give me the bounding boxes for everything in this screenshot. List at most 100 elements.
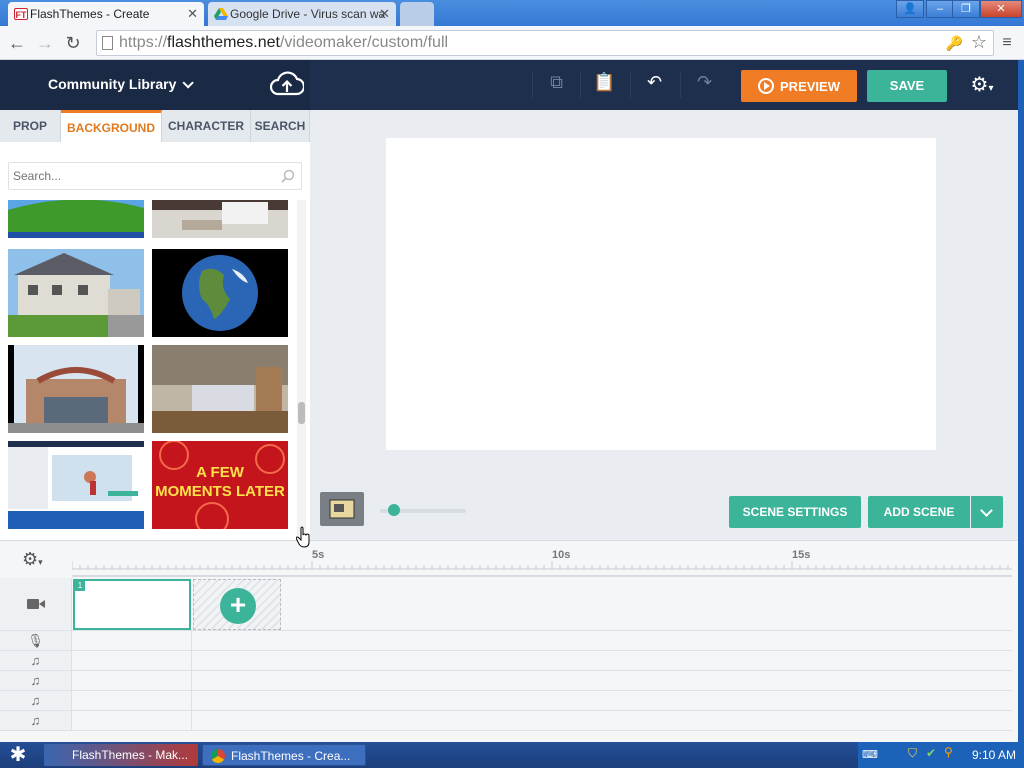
tab-background[interactable]: BACKGROUND bbox=[61, 110, 162, 142]
network-icon[interactable]: ✔ bbox=[926, 746, 936, 760]
scene-1-cell[interactable]: 1 bbox=[73, 579, 191, 630]
scene-settings-button[interactable]: SCENE SETTINGS bbox=[729, 496, 861, 528]
thumbnail-bedroom[interactable] bbox=[152, 345, 288, 433]
music-note-icon: ♫ bbox=[0, 651, 72, 670]
copy-icon[interactable]: ⧉ bbox=[532, 72, 580, 98]
search-icon[interactable] bbox=[281, 169, 295, 183]
thumbnail-video-maker-screenshot[interactable] bbox=[8, 441, 144, 529]
asset-library-panel: PROP BACKGROUND CHARACTER SEARCH Search.… bbox=[0, 110, 310, 540]
bookmark-star-icon[interactable]: ☆ bbox=[971, 30, 987, 54]
library-header: Community Library bbox=[0, 60, 310, 110]
timeline-settings-gear-icon[interactable]: ⚙▾ bbox=[22, 549, 52, 569]
thumbnail-earth-globe[interactable] bbox=[152, 249, 288, 337]
cloud-upload-icon[interactable] bbox=[270, 70, 304, 98]
scene-thumbnail-button[interactable] bbox=[320, 492, 364, 526]
stage-area: SCENE SETTINGS ADD SCENE bbox=[310, 110, 1018, 540]
tab-search[interactable]: SEARCH bbox=[251, 110, 310, 142]
timeline-divider bbox=[191, 631, 192, 731]
tab-title: Google Drive - Virus scan wa bbox=[230, 7, 386, 21]
close-window-button[interactable]: ✕ bbox=[980, 0, 1022, 18]
thumbnail-bedroom-interior[interactable] bbox=[152, 200, 288, 238]
timeline-ruler[interactable]: 5s 10s 15s bbox=[72, 541, 1012, 577]
minimize-button[interactable]: – bbox=[926, 0, 954, 18]
redo-icon[interactable]: ↷ bbox=[680, 72, 728, 98]
tick-10s: 10s bbox=[552, 549, 571, 561]
camera-icon bbox=[0, 578, 72, 630]
task-title: FlashThemes - Mak... bbox=[72, 748, 189, 762]
forward-arrow-icon[interactable]: → bbox=[34, 32, 56, 54]
save-button[interactable]: SAVE bbox=[867, 70, 947, 102]
google-drive-icon bbox=[214, 8, 228, 20]
scrollbar-thumb[interactable] bbox=[298, 402, 305, 424]
taskbar-item-flashthemes-create[interactable]: FlashThemes - Crea... bbox=[202, 744, 366, 766]
preview-button[interactable]: PREVIEW bbox=[741, 70, 857, 102]
undo-icon[interactable]: ↶ bbox=[630, 72, 678, 98]
hand-cursor-icon bbox=[296, 526, 310, 548]
background-thumbnails: A FEW MOMENTS LATER bbox=[0, 200, 296, 536]
browser-titlebar: FT FlashThemes - Create ✕ Google Drive -… bbox=[0, 0, 1024, 26]
music-note-icon: ♫ bbox=[0, 671, 72, 690]
tab-flashthemes[interactable]: FT FlashThemes - Create ✕ bbox=[8, 2, 204, 26]
scene-number: 1 bbox=[75, 581, 85, 591]
ruler-ticks bbox=[72, 561, 1012, 570]
timeline-row-voice: 🎙 bbox=[0, 631, 1012, 651]
address-bar[interactable]: https://flashthemes.net/videomaker/custo… bbox=[96, 30, 994, 56]
thumbnail-suburban-house[interactable] bbox=[8, 249, 144, 337]
flashthemes-favicon: FT bbox=[14, 8, 28, 20]
music-note-icon: ♫ bbox=[0, 691, 72, 710]
page-icon bbox=[102, 36, 113, 50]
paste-icon[interactable]: 📋 bbox=[580, 72, 628, 98]
tab-prop[interactable]: PROP bbox=[0, 110, 61, 142]
timeline: ⚙▾ 5s 10s 15s 🎙 ♫ ♫ ♫ ♫ 1 + bbox=[0, 540, 1018, 742]
thumb-text-line2: MOMENTS LATER bbox=[155, 483, 285, 500]
reload-icon[interactable]: ↻ bbox=[62, 32, 84, 54]
key-icon[interactable]: 🔑 bbox=[946, 31, 963, 55]
play-icon bbox=[758, 78, 775, 94]
library-selector[interactable]: Community Library bbox=[48, 76, 195, 92]
close-tab-icon[interactable]: ✕ bbox=[379, 6, 390, 22]
preview-label: PREVIEW bbox=[780, 78, 840, 94]
library-title: Community Library bbox=[48, 76, 177, 92]
thumbnail-green-hills[interactable] bbox=[8, 200, 144, 238]
user-icon[interactable]: 👤 bbox=[896, 0, 924, 18]
chrome-icon bbox=[211, 749, 225, 763]
shield-icon[interactable]: ⛉ bbox=[908, 746, 917, 761]
add-scene-cell[interactable]: + bbox=[193, 579, 281, 630]
taskbar-item-flashthemes-maker[interactable]: FlashThemes - Mak... bbox=[44, 744, 198, 766]
settings-gear-icon[interactable]: ⚙▾ bbox=[958, 72, 1006, 100]
tab-google-drive[interactable]: Google Drive - Virus scan wa ✕ bbox=[208, 2, 396, 26]
url-host: flashthemes.net bbox=[167, 34, 280, 51]
timeline-row-music-3: ♫ bbox=[0, 691, 1012, 711]
system-tray: ⌨ ⛉ ✔ ⚲ 9:10 AM bbox=[858, 742, 1024, 768]
scene-canvas[interactable] bbox=[386, 138, 936, 450]
library-scrollbar[interactable] bbox=[297, 200, 306, 536]
start-button-star-icon[interactable]: ✱ bbox=[0, 742, 36, 768]
thumbnail-storefront[interactable] bbox=[8, 345, 144, 433]
music-note-icon: ♫ bbox=[0, 711, 72, 730]
new-tab-button[interactable] bbox=[400, 2, 434, 26]
close-tab-icon[interactable]: ✕ bbox=[187, 6, 198, 22]
thumbnail-a-few-moments-later[interactable]: A FEW MOMENTS LATER bbox=[152, 441, 288, 529]
search-input[interactable] bbox=[9, 163, 269, 189]
zoom-slider-knob[interactable] bbox=[388, 504, 400, 516]
chrome-menu-icon[interactable]: ≡ bbox=[996, 32, 1018, 54]
add-scene-plus-icon[interactable]: + bbox=[220, 588, 256, 624]
url-prefix: https:// bbox=[119, 34, 168, 51]
chevron-down-icon bbox=[182, 77, 195, 89]
timeline-row-music-1: ♫ bbox=[0, 651, 1012, 671]
library-tabs: PROP BACKGROUND CHARACTER SEARCH bbox=[0, 110, 310, 142]
tab-title: FlashThemes - Create bbox=[30, 7, 150, 21]
tick-5s: 5s bbox=[312, 549, 325, 561]
add-scene-dropdown-button[interactable] bbox=[971, 496, 1003, 528]
url-path: /videomaker/custom/full bbox=[279, 34, 449, 51]
add-scene-button[interactable]: ADD SCENE bbox=[868, 496, 970, 528]
back-arrow-icon[interactable]: ← bbox=[6, 32, 28, 54]
search-box bbox=[8, 162, 302, 190]
microphone-icon: 🎙 bbox=[0, 631, 72, 650]
restore-button[interactable]: ❐ bbox=[952, 0, 980, 18]
search-tray-icon[interactable]: ⚲ bbox=[944, 745, 953, 759]
clock: 9:10 AM bbox=[971, 748, 1016, 762]
task-title: FlashThemes - Crea... bbox=[231, 749, 351, 763]
keyboard-icon[interactable]: ⌨ bbox=[862, 748, 878, 761]
tab-character[interactable]: CHARACTER bbox=[162, 110, 251, 142]
